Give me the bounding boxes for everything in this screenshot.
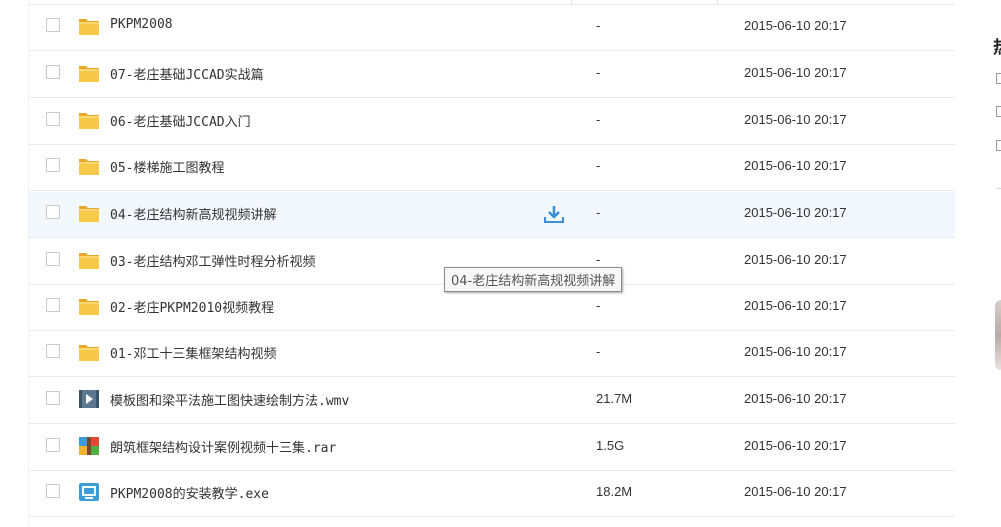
file-size: -	[596, 65, 601, 80]
file-size: -	[596, 112, 601, 127]
file-row[interactable]: 05-楼梯施工图教程 - 2015-06-10 20:17	[29, 145, 955, 191]
file-row[interactable]: 朗筑框架结构设计案例视频十三集.rar 1.5G 2015-06-10 20:17	[29, 425, 955, 471]
file-row[interactable]: 模板图和梁平法施工图快速绘制方法.wmv 21.7M 2015-06-10 20:1…	[29, 378, 955, 424]
file-row[interactable]: 06-老庄基础JCCAD入门 - 2015-06-10 20:17	[29, 99, 955, 145]
file-size: -	[596, 298, 601, 313]
file-name-link[interactable]: 02-老庄PKPM2010视频教程	[110, 297, 274, 316]
row-checkbox[interactable]	[46, 158, 60, 172]
row-checkbox[interactable]	[46, 438, 60, 452]
row-checkbox[interactable]	[46, 205, 60, 219]
file-size: -	[596, 252, 601, 267]
modified-date: 2015-06-10 20:17	[744, 298, 847, 313]
modified-date: 2015-06-10 20:17	[744, 252, 847, 267]
folder-icon	[78, 63, 100, 83]
file-size: -	[596, 344, 601, 359]
file-row[interactable]: 01-邓工十三集框架结构视频 - 2015-06-10 20:17	[29, 331, 955, 377]
modified-date: 2015-06-10 20:17	[744, 18, 847, 33]
row-checkbox[interactable]	[46, 65, 60, 79]
row-checkbox[interactable]	[46, 18, 60, 32]
sidebar-thumbnail[interactable]	[995, 300, 1001, 370]
file-row[interactable]: 04-老庄结构新高规视频讲解 - 2015-06-10 20:17	[29, 192, 955, 238]
folder-icon	[78, 16, 100, 36]
folder-icon	[78, 110, 100, 130]
file-name-link[interactable]: PKPM2008	[110, 17, 173, 32]
file-name-link[interactable]: 朗筑框架结构设计案例视频十三集.rar	[110, 437, 336, 456]
file-name-link[interactable]: 05-楼梯施工图教程	[110, 157, 224, 176]
exe-icon	[78, 482, 100, 502]
sidebar-checkbox[interactable]	[996, 106, 1001, 117]
download-icon[interactable]	[543, 204, 565, 224]
file-list: PKPM2008-2015-06-10 20:17 07-老庄基础JCCAD实战篇…	[28, 0, 955, 527]
sidebar-checkbox[interactable]	[996, 140, 1001, 151]
modified-date: 2015-06-10 20:17	[744, 205, 847, 220]
video-icon	[78, 389, 100, 409]
folder-icon	[78, 342, 100, 362]
archive-icon	[78, 436, 100, 456]
file-name-link[interactable]: 03-老庄结构邓工弹性时程分析视频	[110, 251, 315, 270]
file-name-link[interactable]: 04-老庄结构新高规视频讲解	[110, 204, 276, 223]
sidebar-heading-fragment: 热	[993, 33, 1001, 58]
sidebar-divider	[996, 188, 1001, 189]
file-row[interactable]: 07-老庄基础JCCAD实战篇 - 2015-06-10 20:17	[29, 52, 955, 98]
modified-date: 2015-06-10 20:17	[744, 438, 847, 453]
modified-date: 2015-06-10 20:17	[744, 112, 847, 127]
folder-icon	[78, 203, 100, 223]
filename-tooltip: 04-老庄结构新高规视频讲解	[444, 267, 623, 292]
file-name-link[interactable]: 模板图和梁平法施工图快速绘制方法.wmv	[110, 390, 349, 409]
file-size: 1.5G	[596, 438, 625, 453]
file-row[interactable]: PKPM2008 - 2015-06-10 20:17	[29, 5, 955, 51]
row-checkbox[interactable]	[46, 391, 60, 405]
row-checkbox[interactable]	[46, 252, 60, 266]
file-name-link[interactable]: PKPM2008的安装教学.exe	[110, 483, 269, 502]
file-name-link[interactable]: 01-邓工十三集框架结构视频	[110, 343, 276, 362]
file-size: -	[596, 18, 601, 33]
folder-icon	[78, 296, 100, 316]
file-size: -	[596, 158, 601, 173]
file-size: -	[596, 205, 601, 220]
folder-icon	[78, 250, 100, 270]
modified-date: 2015-06-10 20:17	[744, 65, 847, 80]
modified-date: 2015-06-10 20:17	[744, 158, 847, 173]
file-name-link[interactable]: 07-老庄基础JCCAD实战篇	[110, 64, 264, 83]
file-name-link[interactable]: 06-老庄基础JCCAD入门	[110, 111, 251, 130]
modified-date: 2015-06-10 20:17	[744, 484, 847, 499]
row-checkbox[interactable]	[46, 298, 60, 312]
sidebar-checkbox[interactable]	[996, 73, 1001, 84]
modified-date: 2015-06-10 20:17	[744, 391, 847, 406]
folder-icon	[78, 156, 100, 176]
file-size: 21.7M	[596, 391, 633, 406]
row-checkbox[interactable]	[46, 112, 60, 126]
file-size: 18.2M	[596, 484, 633, 499]
row-checkbox[interactable]	[46, 484, 60, 498]
row-checkbox[interactable]	[46, 344, 60, 358]
modified-date: 2015-06-10 20:17	[744, 344, 847, 359]
file-row[interactable]: PKPM2008的安装教学.exe 18.2M 2015-06-10 20:17	[29, 471, 955, 517]
